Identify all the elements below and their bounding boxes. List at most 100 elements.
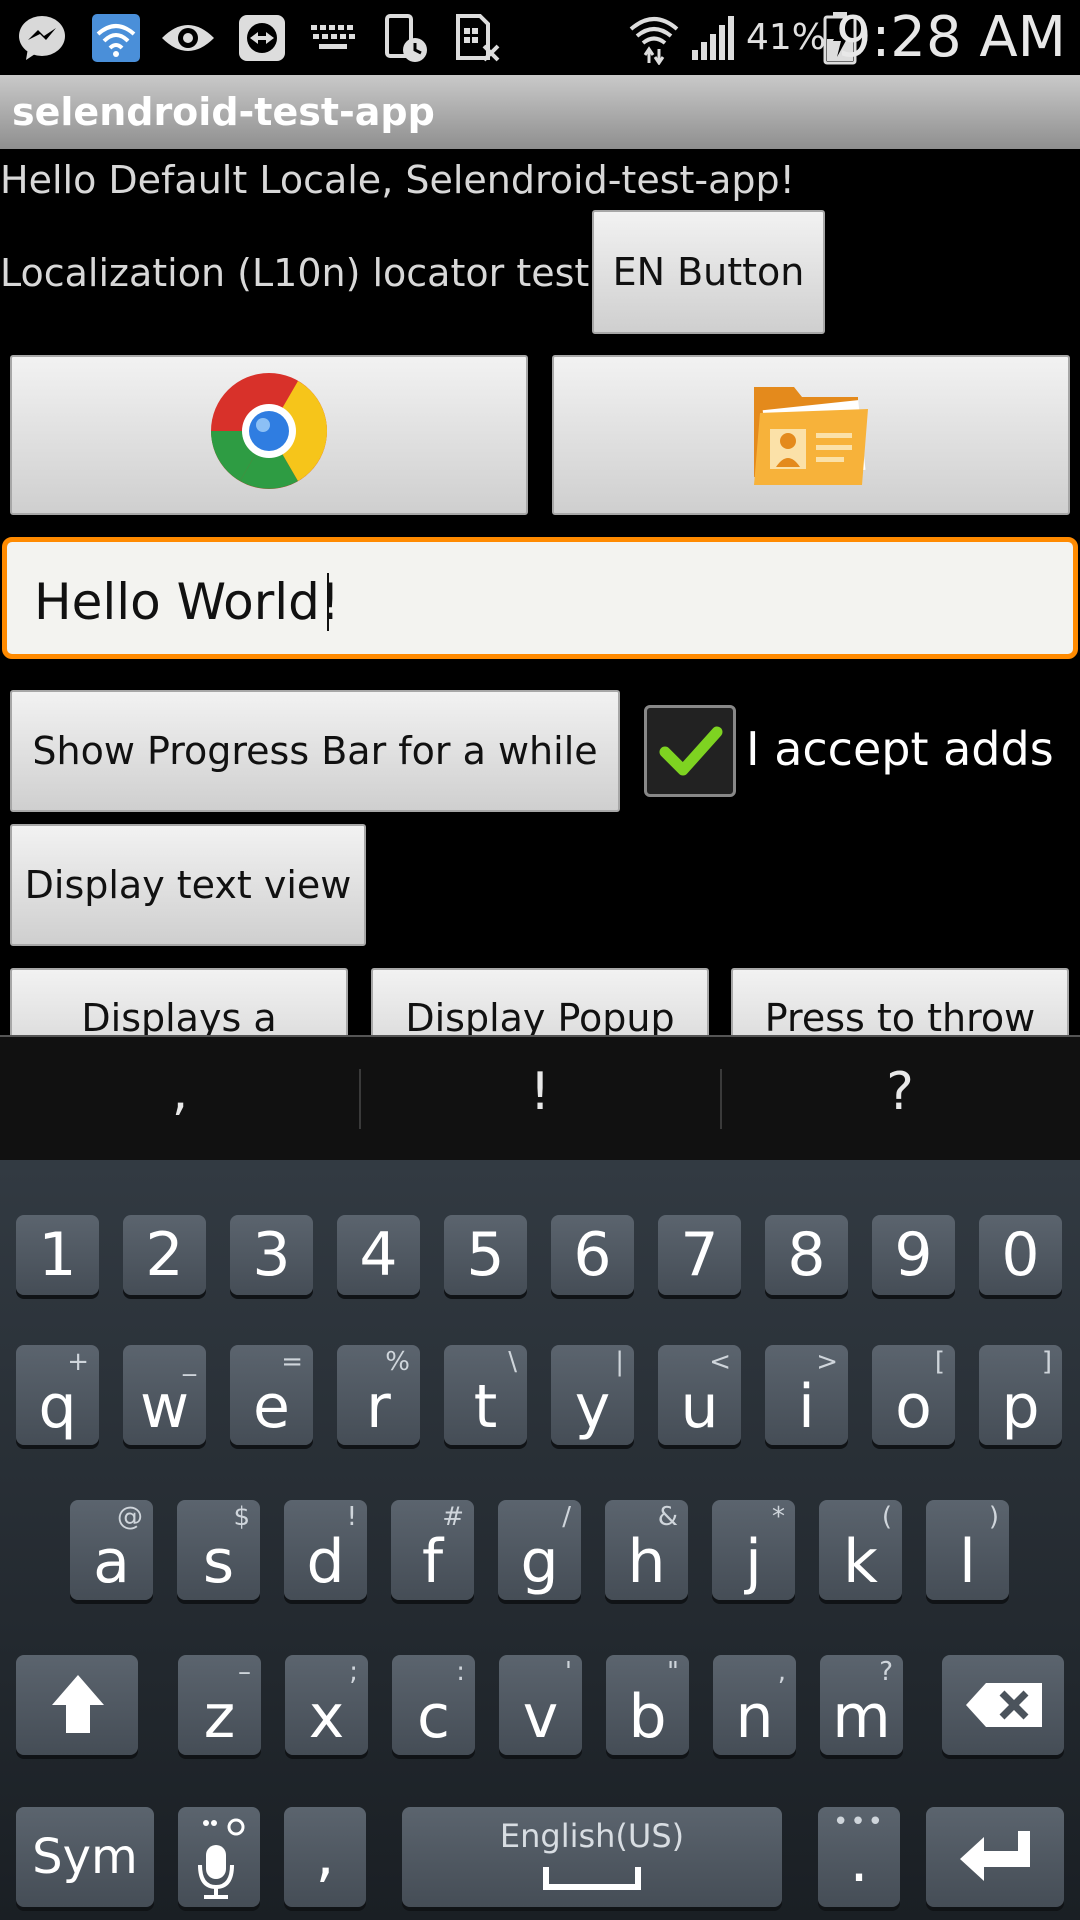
checkbox-label: I accept adds — [746, 722, 1054, 776]
key-g-alt-label: / — [562, 1502, 571, 1532]
key-i-label: i — [798, 1372, 815, 1442]
key-j[interactable]: j * — [712, 1500, 795, 1600]
key-d[interactable]: d! — [284, 1500, 367, 1600]
suggestion-question[interactable]: ? — [720, 1062, 1080, 1122]
key-m-alt-label: ? — [879, 1657, 893, 1687]
key-b[interactable]: b " — [606, 1655, 689, 1755]
key-q[interactable]: q + — [16, 1345, 99, 1445]
text-cursor — [327, 573, 329, 631]
key-m-label: m — [832, 1682, 891, 1752]
key-4[interactable]: 4 — [337, 1215, 420, 1295]
key-v-alt-label: ' — [564, 1657, 572, 1687]
key-2-label: 2 — [145, 1220, 184, 1290]
key-7-label: 7 — [680, 1220, 719, 1290]
key-1[interactable]: 1 — [16, 1215, 99, 1295]
key-z[interactable]: z – — [178, 1655, 261, 1755]
key-i[interactable]: i > — [765, 1345, 848, 1445]
suggestion-exclamation[interactable]: ! — [360, 1062, 720, 1122]
key-n[interactable]: n, — [713, 1655, 796, 1755]
key-1-label: 1 — [38, 1220, 77, 1290]
key-2[interactable]: 2 — [123, 1215, 206, 1295]
key-e[interactable]: e = — [230, 1345, 313, 1445]
key-k[interactable]: k( — [819, 1500, 902, 1600]
key-n-alt-label: , — [777, 1657, 786, 1687]
key-k-alt-label: ( — [881, 1502, 892, 1532]
key-c[interactable]: c: — [392, 1655, 475, 1755]
key-6-label: 6 — [573, 1220, 612, 1290]
key-y[interactable]: y | — [551, 1345, 634, 1445]
en-button[interactable]: EN Button — [592, 210, 825, 334]
clock: 9:28 AM — [835, 5, 1066, 70]
key-d-alt-label: ! — [346, 1502, 357, 1532]
contacts-button[interactable] — [552, 355, 1070, 515]
show-progress-button[interactable]: Show Progress Bar for a while — [10, 690, 620, 812]
key-t[interactable]: t \ — [444, 1345, 527, 1445]
key-u[interactable]: u < — [658, 1345, 741, 1445]
key-w[interactable]: w _ — [123, 1345, 206, 1445]
key-z-label: z — [203, 1682, 236, 1752]
hello-text: Hello Default Locale, Selendroid-test-ap… — [0, 158, 795, 202]
key-x[interactable]: x; — [285, 1655, 368, 1755]
key-v[interactable]: v ' — [499, 1655, 582, 1755]
key-9[interactable]: 9 — [872, 1215, 955, 1295]
key-s-label: s — [202, 1527, 235, 1597]
sym-key[interactable]: Sym — [16, 1807, 154, 1907]
microphone-icon — [198, 1818, 245, 1899]
key-p[interactable]: p] — [979, 1345, 1062, 1445]
comma-key[interactable]: , — [284, 1807, 366, 1907]
suggestion-comma[interactable]: , — [0, 1062, 360, 1122]
period-key[interactable]: ••• . — [818, 1807, 900, 1907]
display-text-view-button[interactable]: Display text view — [10, 824, 366, 946]
key-3[interactable]: 3 — [230, 1215, 313, 1295]
key-f-alt-label: # — [442, 1502, 464, 1532]
soft-keyboard: , ! ? Sym , English(US) ••• . 1 2 3 4 5 … — [0, 1035, 1080, 1920]
key-8-label: 8 — [787, 1220, 826, 1290]
key-w-label: w — [139, 1372, 190, 1442]
key-q-label: q — [38, 1372, 77, 1442]
key-y-alt-label: | — [615, 1347, 624, 1377]
accept-adds-checkbox[interactable] — [644, 705, 736, 797]
key-o[interactable]: o[ — [872, 1345, 955, 1445]
key-5-label: 5 — [466, 1220, 505, 1290]
key-i-alt-label: > — [816, 1347, 838, 1377]
key-7[interactable]: 7 — [658, 1215, 741, 1295]
key-g[interactable]: g / — [498, 1500, 581, 1600]
shift-key[interactable] — [16, 1655, 138, 1755]
space-key[interactable]: English(US) — [402, 1807, 782, 1907]
key-a-alt-label: @ — [117, 1502, 143, 1532]
key-3-label: 3 — [252, 1220, 291, 1290]
wifi-icon — [626, 12, 682, 65]
key-r-alt-label: % — [385, 1347, 410, 1377]
key-k-label: k — [843, 1527, 878, 1597]
key-u-alt-label: < — [709, 1347, 731, 1377]
key-a-label: a — [93, 1527, 130, 1597]
key-8[interactable]: 8 — [765, 1215, 848, 1295]
text-input[interactable]: Hello World! — [2, 537, 1078, 659]
key-m[interactable]: m? — [820, 1655, 903, 1755]
key-h[interactable]: h & — [605, 1500, 688, 1600]
key-0[interactable]: 0 — [979, 1215, 1062, 1295]
key-d-label: d — [306, 1527, 345, 1597]
backspace-key[interactable] — [942, 1655, 1064, 1755]
key-6[interactable]: 6 — [551, 1215, 634, 1295]
key-b-label: b — [628, 1682, 667, 1752]
key-c-label: c — [417, 1682, 450, 1752]
key-l[interactable]: l) — [926, 1500, 1009, 1600]
enter-key[interactable] — [926, 1807, 1064, 1907]
key-r[interactable]: r% — [337, 1345, 420, 1445]
key-a[interactable]: a @ — [70, 1500, 153, 1600]
chrome-icon — [207, 369, 331, 502]
signal-icon — [688, 12, 742, 64]
key-s[interactable]: s $ — [177, 1500, 260, 1600]
key-x-alt-label: ; — [349, 1657, 358, 1687]
key-5[interactable]: 5 — [444, 1215, 527, 1295]
key-l-label: l — [959, 1527, 976, 1597]
voice-input-key[interactable] — [178, 1807, 260, 1907]
chrome-button[interactable] — [10, 355, 528, 515]
key-f[interactable]: f # — [391, 1500, 474, 1600]
key-x-label: x — [308, 1682, 345, 1752]
text-input-value: Hello World! — [34, 573, 340, 631]
key-o-alt-label: [ — [934, 1347, 945, 1377]
l10n-label: Localization (L10n) locator test — [0, 251, 590, 295]
key-p-label: p — [1001, 1372, 1040, 1442]
